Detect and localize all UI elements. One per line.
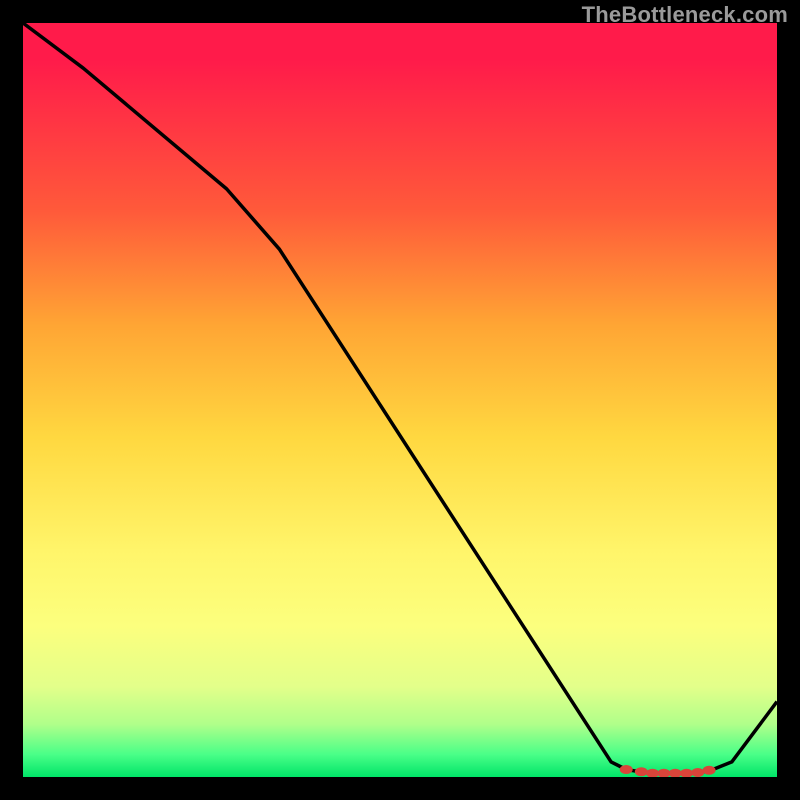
plot-area [23,23,777,777]
marker-dot [658,769,670,777]
marker-dot [681,769,693,777]
chart-container: TheBottleneck.com [0,0,800,800]
marker-dot [703,766,715,774]
marker-dot [635,768,647,776]
marker-dot [620,766,632,774]
marker-dot [669,769,681,777]
chart-svg [23,23,777,777]
marker-dot [647,769,659,777]
marker-dot [692,769,704,777]
bottleneck-curve [23,23,777,773]
